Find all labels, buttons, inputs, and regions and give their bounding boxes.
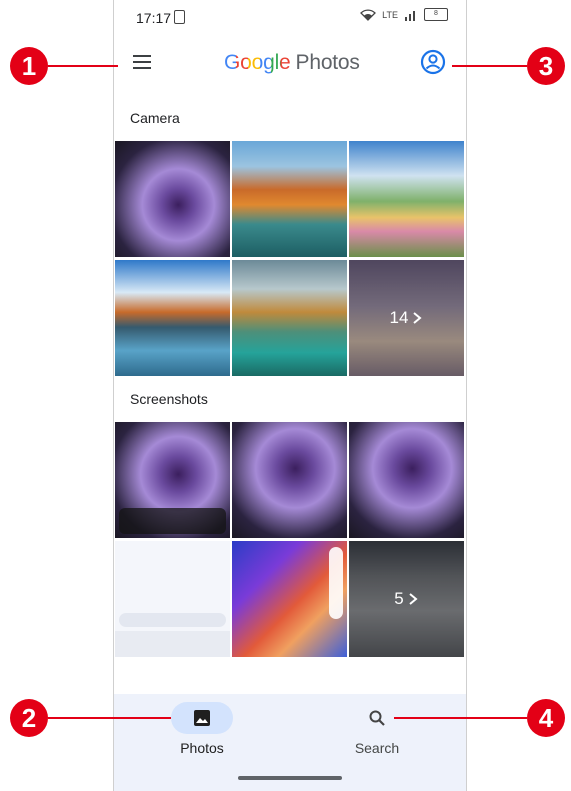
more-count: 14 [389, 308, 409, 327]
photo-camera-flower[interactable] [115, 141, 230, 257]
status-time: 17:17 [136, 10, 172, 26]
app-bar: Google Photos [114, 36, 466, 88]
screenshot-home-screen[interactable] [232, 541, 347, 657]
section-title-screenshots: Screenshots [130, 391, 208, 407]
battery-level: 8 [434, 10, 438, 17]
screenshot-camera-app[interactable] [115, 422, 230, 538]
callout-1: 1 [10, 47, 48, 85]
more-count: 5 [394, 589, 404, 608]
logo-google: Google [224, 51, 291, 74]
callout-4-line [394, 717, 527, 719]
phone-screen: 17:17 LTE 8 Google Photos Camera 14 Scre… [113, 0, 467, 791]
status-bar: 17:17 LTE 8 [114, 0, 466, 36]
google-photos-logo: Google Photos [224, 51, 360, 75]
more-screenshots-overlay: 5 [349, 541, 464, 657]
signal-icon [405, 10, 415, 21]
logo-photos: Photos [295, 51, 360, 74]
wifi-icon [360, 8, 377, 21]
chevron-right-icon [409, 593, 418, 605]
screenshot-more[interactable]: 5 [349, 541, 464, 657]
menu-icon [133, 55, 151, 57]
photo-camera-mountain-lake[interactable] [115, 260, 230, 376]
account-icon [420, 49, 446, 75]
callout-2-line [48, 717, 171, 719]
battery-saver-icon [174, 10, 185, 24]
chevron-right-icon [413, 312, 423, 324]
photo-camera-garden-path[interactable] [349, 141, 464, 257]
search-icon [369, 710, 385, 726]
section-title-camera: Camera [130, 110, 180, 126]
callout-3-line [452, 65, 527, 67]
callout-1-line [48, 65, 118, 67]
network-type: LTE [382, 9, 398, 20]
nav-photos[interactable]: Photos [142, 702, 262, 756]
screenshot-flower-1[interactable] [232, 422, 347, 538]
message-input-thumb [119, 613, 226, 627]
callout-3: 3 [527, 47, 565, 85]
photo-camera-waterfall[interactable] [232, 260, 347, 376]
keyboard-thumb [115, 631, 230, 657]
battery-icon: 8 [424, 8, 448, 21]
callout-4: 4 [527, 699, 565, 737]
photo-camera-autumn-lake[interactable] [232, 141, 347, 257]
photo-icon [194, 710, 210, 726]
home-indicator[interactable] [238, 776, 342, 780]
nav-search[interactable]: Search [317, 702, 437, 756]
nav-search-label: Search [354, 740, 400, 756]
screenshot-messages-keyboard[interactable] [115, 541, 230, 657]
photo-camera-more[interactable]: 14 [349, 260, 464, 376]
callout-2: 2 [10, 699, 48, 737]
nav-photos-label: Photos [180, 740, 224, 756]
screenshot-flower-2[interactable] [349, 422, 464, 538]
account-button[interactable] [420, 49, 446, 75]
menu-button[interactable] [128, 48, 156, 76]
camera-controls-bar [119, 508, 226, 534]
nav-photos-pill [171, 702, 233, 734]
volume-panel-thumb [329, 547, 343, 619]
more-photos-overlay: 14 [349, 260, 464, 376]
